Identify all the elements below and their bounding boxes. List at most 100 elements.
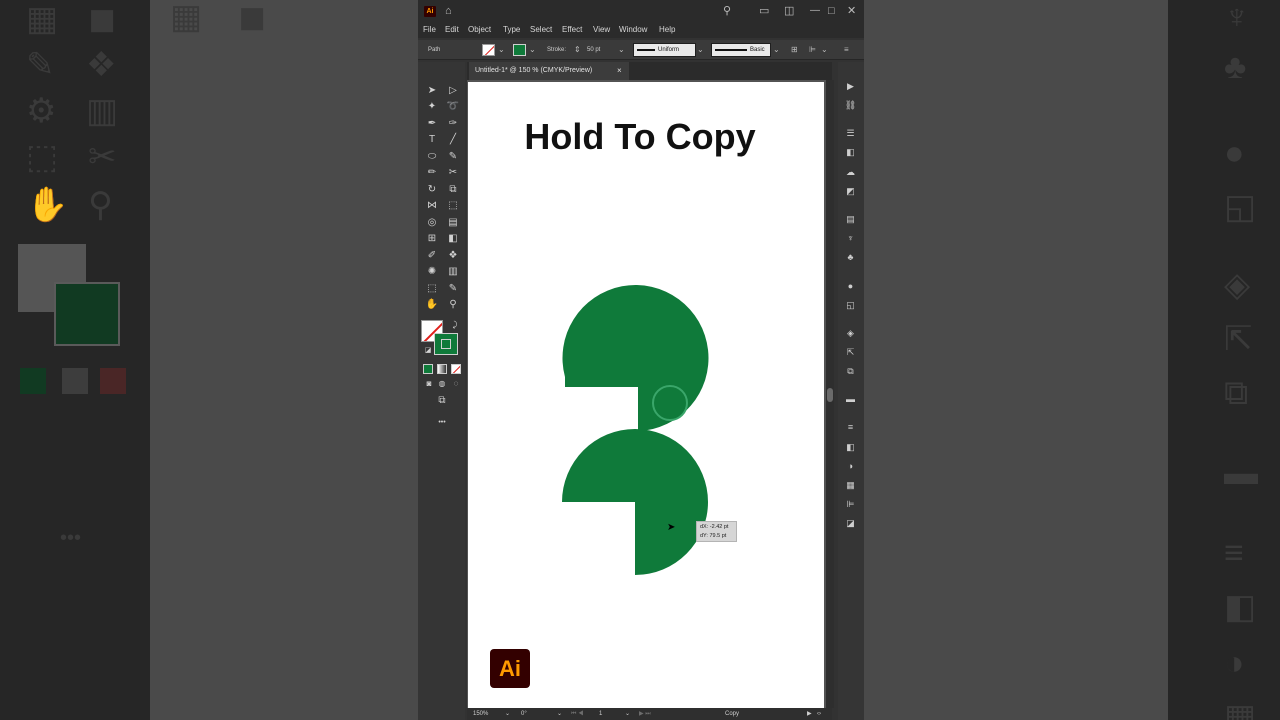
eyedropper-tool-icon[interactable]: ✐ — [425, 249, 439, 263]
default-colors-icon[interactable]: ◪ — [421, 344, 435, 358]
slice-tool-icon[interactable]: ✎ — [446, 282, 460, 296]
zoom-tool-icon[interactable]: ⚲ — [446, 298, 460, 312]
puppet-warp-icon[interactable]: ♆ — [844, 232, 857, 245]
edit-toolbar-icon[interactable]: ••• — [435, 416, 449, 430]
variable-width-profile-dropdown[interactable]: Uniform — [633, 43, 696, 57]
green-shapes[interactable] — [468, 82, 824, 708]
status-scroll-icon[interactable]: ‹› — [817, 709, 821, 719]
rotation-dropdown-icon[interactable]: ⌄ — [557, 709, 562, 719]
workspace-icon[interactable]: ◫ — [784, 4, 794, 18]
blend-tool-icon[interactable]: ❖ — [446, 249, 460, 263]
color-guide-icon[interactable]: ◩ — [844, 185, 857, 198]
home-icon[interactable]: ⌂ — [445, 4, 452, 18]
line-tool-icon[interactable]: ╱ — [446, 133, 460, 147]
brightness-icon[interactable]: ● — [844, 280, 857, 293]
graphic-styles-icon[interactable]: ▦ — [844, 479, 857, 492]
scale-tool-icon[interactable]: ⧉ — [446, 183, 460, 197]
vertical-scrollbar[interactable] — [826, 80, 834, 708]
fill-color-swatch[interactable] — [482, 44, 495, 56]
artboard-tool-icon[interactable]: ⬚ — [425, 282, 439, 296]
brush-dropdown-icon[interactable]: ⌄ — [773, 43, 780, 57]
links-panel-icon[interactable]: ⛓ — [844, 99, 857, 112]
curvature-tool-icon[interactable]: ✑ — [446, 117, 460, 131]
stroke-stepper[interactable]: ⇕ — [574, 43, 581, 57]
gradient-tool-icon[interactable]: ◧ — [446, 232, 460, 246]
pencil-tool-icon[interactable]: ✏ — [425, 166, 439, 180]
menu-select[interactable]: Select — [530, 24, 552, 36]
brush-definition-dropdown[interactable]: Basic — [711, 43, 771, 57]
hand-tool-icon[interactable]: ✋ — [425, 298, 439, 312]
stroke-swatch[interactable] — [434, 333, 458, 355]
rotate-tool-icon[interactable]: ↻ — [425, 183, 439, 197]
stroke-dropdown-icon[interactable]: ⌄ — [529, 43, 536, 57]
graph-tool-icon[interactable]: ▥ — [446, 265, 460, 279]
type-tool-icon[interactable]: T — [425, 133, 439, 147]
menu-help[interactable]: Help — [659, 24, 675, 36]
scissors-tool-icon[interactable]: ✂ — [446, 166, 460, 180]
align-dropdown-icon[interactable]: ⌄ — [821, 43, 828, 57]
scrollbar-thumb[interactable] — [827, 388, 833, 402]
mesh-tool-icon[interactable]: ⊞ — [425, 232, 439, 246]
minimize-button[interactable]: — — [810, 4, 820, 18]
stroke-weight-dropdown-icon[interactable]: ⌄ — [618, 43, 625, 57]
free-transform-tool-icon[interactable]: ⬚ — [446, 199, 460, 213]
artboard-number-field[interactable]: 1 — [599, 709, 602, 719]
lasso-tool-icon[interactable]: ➰ — [446, 100, 460, 114]
stroke-color-swatch[interactable] — [513, 44, 526, 56]
ellipse-tool-icon[interactable]: ⬭ — [425, 150, 439, 164]
status-menu-icon[interactable]: ▶ — [807, 709, 812, 719]
document-tab[interactable]: Untitled-1* @ 150 % (CMYK/Preview) — [469, 62, 629, 80]
artboards-panel-icon[interactable]: ⧉ — [844, 365, 857, 378]
asset-export-icon[interactable]: ⇱ — [844, 346, 857, 359]
transform-panel-icon[interactable]: ◱ — [844, 299, 857, 312]
menu-window[interactable]: Window — [619, 24, 647, 36]
menu-object[interactable]: Object — [468, 24, 491, 36]
symbol-sprayer-tool-icon[interactable]: ✺ — [425, 265, 439, 279]
actions-panel-icon[interactable]: ▶ — [844, 80, 857, 93]
stroke-panel-icon[interactable]: ≡ — [844, 421, 857, 434]
gradient-mode-button[interactable] — [437, 364, 447, 374]
recolor-icon[interactable]: ⊞ — [791, 43, 798, 57]
profile-dropdown-icon[interactable]: ⌄ — [697, 43, 704, 57]
screen-mode-icon[interactable]: ⧉ — [435, 394, 449, 408]
draw-inside-icon[interactable]: ◌ — [449, 377, 463, 391]
pathfinder-panel-icon[interactable]: ◪ — [844, 517, 857, 530]
canvas-area[interactable]: Hold To Copy ➤ dX: -2.42 pt dY: 79.5 pt … — [467, 80, 826, 708]
fill-dropdown-icon[interactable]: ⌄ — [498, 43, 505, 57]
cc-libraries-icon[interactable]: ☁ — [844, 166, 857, 179]
draw-behind-icon[interactable]: ◍ — [435, 377, 449, 391]
align-icon[interactable]: ⊫ — [809, 43, 816, 57]
libraries-panel-icon[interactable]: ◧ — [844, 146, 857, 159]
artboard[interactable]: Hold To Copy ➤ dX: -2.42 pt dY: 79.5 pt … — [468, 82, 824, 708]
layers-panel-icon[interactable]: ◈ — [844, 327, 857, 340]
artboard-nav-last-icon[interactable]: ▶ ⏭ — [639, 709, 651, 719]
close-tab-icon[interactable]: × — [617, 66, 622, 76]
control-menu-icon[interactable]: ≡ — [844, 43, 849, 57]
stroke-weight-field[interactable]: 50 pt — [587, 45, 600, 55]
perspective-grid-tool-icon[interactable]: ▤ — [446, 216, 460, 230]
gradient-panel-icon[interactable]: ◧ — [844, 441, 857, 454]
color-mode-button[interactable] — [423, 364, 433, 374]
close-button[interactable]: ✕ — [847, 4, 856, 18]
properties-panel-icon[interactable]: ☰ — [844, 127, 857, 140]
symbols-panel-icon[interactable]: ♣ — [844, 251, 857, 264]
comments-panel-icon[interactable]: ▬ — [844, 393, 857, 406]
zoom-dropdown-icon[interactable]: ⌄ — [505, 709, 510, 719]
none-mode-button[interactable] — [451, 364, 461, 374]
menu-effect[interactable]: Effect — [562, 24, 582, 36]
shape-builder-tool-icon[interactable]: ◎ — [425, 216, 439, 230]
menu-edit[interactable]: Edit — [445, 24, 459, 36]
swatches-panel-icon[interactable]: ▤ — [844, 213, 857, 226]
selection-tool-icon[interactable]: ➤ — [425, 84, 439, 98]
arrange-documents-icon[interactable]: ▭ — [759, 4, 769, 18]
artboard-nav-first-icon[interactable]: ⏮ ◀ — [571, 709, 583, 719]
direct-selection-tool-icon[interactable]: ▷ — [446, 84, 460, 98]
maximize-button[interactable]: □ — [828, 4, 835, 18]
draw-normal-icon[interactable]: ◙ — [422, 377, 436, 391]
artboard-dropdown-icon[interactable]: ⌄ — [625, 709, 630, 719]
paintbrush-tool-icon[interactable]: ✎ — [446, 150, 460, 164]
rotation-field[interactable]: 0° — [521, 709, 527, 719]
align-panel-icon[interactable]: ⊫ — [844, 498, 857, 511]
appearance-panel-icon[interactable]: ◑ — [844, 460, 857, 473]
menu-view[interactable]: View — [593, 24, 610, 36]
